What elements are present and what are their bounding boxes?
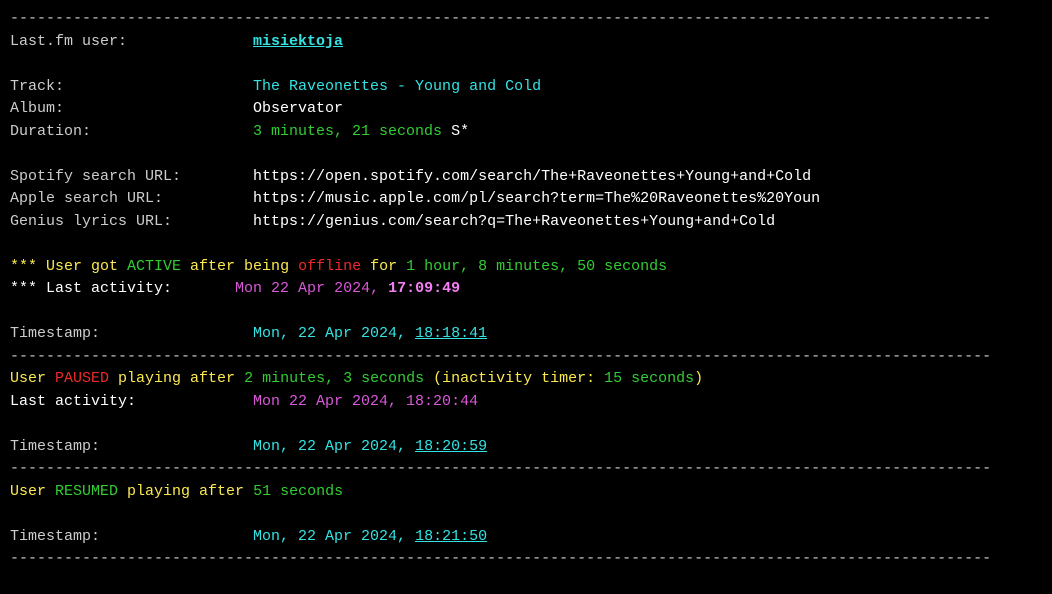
event-offline-duration: 1 hour, 8 minutes, 50 seconds — [406, 258, 667, 275]
label-spotify: Spotify search URL: — [10, 166, 253, 189]
row-track: Track:The Raveonettes - Young and Cold — [10, 76, 1042, 99]
inactivity-value: 15 seconds — [604, 370, 694, 387]
row-timestamp-2: Timestamp:Mon, 22 Apr 2024, 18:20:59 — [10, 436, 1042, 459]
event-active: *** User got ACTIVE after being offline … — [10, 256, 1042, 279]
label-timestamp: Timestamp: — [10, 526, 253, 549]
event-playing-after: playing after — [118, 483, 253, 500]
event-resumed-duration: 51 seconds — [253, 483, 343, 500]
timestamp-date: Mon, 22 Apr 2024, — [253, 528, 415, 545]
label-track: Track: — [10, 76, 253, 99]
timestamp-date: Mon, 22 Apr 2024, — [253, 325, 415, 342]
last-activity-time: 17:09:49 — [388, 280, 460, 297]
label-user: Last.fm user: — [10, 31, 253, 54]
close-paren: ) — [694, 370, 703, 387]
album-name: Observator — [253, 100, 343, 117]
spotify-url[interactable]: https://open.spotify.com/search/The+Rave… — [253, 168, 811, 185]
event-user-word: User — [10, 483, 55, 500]
last-activity-date: Mon 22 Apr 2024, — [235, 280, 388, 297]
divider: ----------------------------------------… — [10, 548, 1042, 571]
timestamp-time: 18:18:41 — [415, 325, 487, 342]
row-spotify: Spotify search URL:https://open.spotify.… — [10, 166, 1042, 189]
event-user-word: User got — [46, 258, 127, 275]
event-for: for — [361, 258, 406, 275]
event-paused-duration: 2 minutes, 3 seconds — [244, 370, 424, 387]
event-playing-after: playing after — [109, 370, 244, 387]
apple-url[interactable]: https://music.apple.com/pl/search?term=T… — [253, 190, 820, 207]
row-duration: Duration:3 minutes, 21 seconds S* — [10, 121, 1042, 144]
label-apple: Apple search URL: — [10, 188, 253, 211]
timestamp-time: 18:21:50 — [415, 528, 487, 545]
label-album: Album: — [10, 98, 253, 121]
event-prefix: *** — [10, 258, 46, 275]
row-timestamp-1: Timestamp:Mon, 22 Apr 2024, 18:18:41 — [10, 323, 1042, 346]
divider: ----------------------------------------… — [10, 346, 1042, 369]
timestamp-date: Mon, 22 Apr 2024, — [253, 438, 415, 455]
label-duration: Duration: — [10, 121, 253, 144]
divider: ----------------------------------------… — [10, 8, 1042, 31]
label-timestamp: Timestamp: — [10, 436, 253, 459]
event-paused: User PAUSED playing after 2 minutes, 3 s… — [10, 368, 1042, 391]
event-resumed: User RESUMED playing after 51 seconds — [10, 481, 1042, 504]
track-title: The Raveonettes - Young and Cold — [253, 78, 541, 95]
duration-suffix: S* — [442, 123, 469, 140]
duration-value: 3 minutes, 21 seconds — [253, 123, 442, 140]
event-last-activity: *** Last activity: Mon 22 Apr 2024, 17:0… — [10, 278, 1042, 301]
last-activity-prefix: *** Last activity: — [10, 280, 235, 297]
event-state-paused: PAUSED — [55, 370, 109, 387]
event-state-active: ACTIVE — [127, 258, 181, 275]
label-genius: Genius lyrics URL: — [10, 211, 253, 234]
label-timestamp: Timestamp: — [10, 323, 253, 346]
genius-url[interactable]: https://genius.com/search?q=The+Raveonet… — [253, 213, 775, 230]
divider: ----------------------------------------… — [10, 458, 1042, 481]
event-user-word: User — [10, 370, 55, 387]
event-state-resumed: RESUMED — [55, 483, 118, 500]
row-genius: Genius lyrics URL:https://genius.com/sea… — [10, 211, 1042, 234]
row-user: Last.fm user:misiektoja — [10, 31, 1042, 54]
event-offline: offline — [298, 258, 361, 275]
username-link[interactable]: misiektoja — [253, 33, 343, 50]
inactivity-label: (inactivity timer: — [424, 370, 604, 387]
row-timestamp-3: Timestamp:Mon, 22 Apr 2024, 18:21:50 — [10, 526, 1042, 549]
row-last-activity-2: Last activity:Mon 22 Apr 2024, 18:20:44 — [10, 391, 1042, 414]
row-album: Album:Observator — [10, 98, 1042, 121]
event-after-being: after being — [181, 258, 298, 275]
row-apple: Apple search URL:https://music.apple.com… — [10, 188, 1042, 211]
timestamp-time: 18:20:59 — [415, 438, 487, 455]
last-activity-2: Mon 22 Apr 2024, 18:20:44 — [253, 393, 478, 410]
label-last-activity: Last activity: — [10, 391, 253, 414]
